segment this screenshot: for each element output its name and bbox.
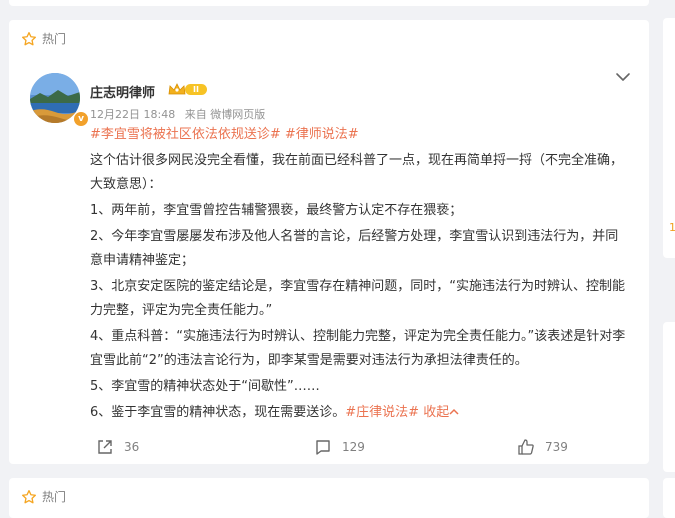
comment-button[interactable]: 129: [314, 438, 365, 456]
level-badge: II: [185, 84, 207, 95]
post-actions: 36 129 739: [9, 435, 649, 459]
post-paragraph: 1、两年前，李宜雪曾控告辅警猥亵，最终警方认定不存在猥亵；: [90, 203, 463, 218]
like-count: 739: [545, 440, 568, 454]
post-paragraph: 3、北京安定医院的鉴定结论是，李宜雪存在精神问题，同时，“实施违法行为时辨认、控…: [90, 279, 626, 318]
post-paragraph: 5、李宜雪的精神状态处于“间歇性”……: [90, 379, 320, 394]
post-paragraph: 2、今年李宜雪屡屡发布涉及他人名誉的言论，后经警方处理，李宜雪认识到违法行为，并…: [90, 229, 619, 268]
last-paragraph-text: 6、鉴于李宜雪的精神状态，现在需要送诊。: [90, 405, 346, 420]
forward-button[interactable]: 36: [96, 438, 139, 456]
post-content: #李宜雪将被社区依法依规送诊# #律师说法# 这个估计很多网民没完全看懂，我在前…: [90, 123, 630, 427]
topic-tag[interactable]: #庄律说法#: [345, 405, 419, 420]
topic-tags[interactable]: #李宜雪将被社区依法依规送诊# #律师说法#: [90, 127, 359, 142]
post-paragraph: 4、重点科普：“实施违法行为时辨认、控制能力完整，评定为完全责任能力。”该表述是…: [90, 329, 626, 368]
crown-icon: [168, 83, 186, 95]
verified-badge: v: [73, 111, 89, 127]
right-panel-card: [663, 322, 675, 472]
right-panel-card: [663, 478, 675, 518]
right-panel-text: 1: [669, 221, 675, 234]
post-source: 来自 微博网页版: [184, 108, 266, 121]
weibo-post-card: 热门 v 庄志明律师 II 12月22日 18:48 来自 微博网页版 #李宜雪…: [9, 20, 649, 464]
chevron-up-icon: [449, 408, 459, 415]
hot-header: 热门: [21, 488, 66, 505]
previous-card: [9, 0, 649, 6]
collapse-label: 收起: [423, 405, 450, 420]
chevron-down-icon[interactable]: [615, 69, 631, 85]
thumbs-up-icon: [518, 439, 534, 455]
post-paragraph-last: 6、鉴于李宜雪的精神状态，现在需要送诊。#庄律说法# 收起: [90, 401, 630, 425]
post-time[interactable]: 12月22日 18:48: [90, 108, 175, 121]
comment-icon: [316, 440, 330, 455]
forward-icon: [98, 440, 112, 454]
comment-count: 129: [342, 440, 365, 454]
hot-label: 热门: [42, 490, 67, 504]
post-paragraph: 这个估计很多网民没完全看懂，我在前面已经科普了一点，现在再简单捋一捋（不完全准确…: [90, 153, 624, 192]
forward-count: 36: [124, 440, 140, 454]
hot-label: 热门: [42, 32, 67, 46]
collapse-button[interactable]: 收起: [423, 405, 459, 420]
like-button[interactable]: 739: [517, 438, 568, 456]
star-icon: [22, 489, 36, 503]
star-icon: [22, 31, 36, 45]
author-name[interactable]: 庄志明律师: [90, 82, 155, 101]
next-post-card: 热门: [9, 478, 649, 518]
post-meta: 12月22日 18:48 来自 微博网页版: [90, 106, 271, 122]
hot-header: 热门: [21, 30, 66, 47]
